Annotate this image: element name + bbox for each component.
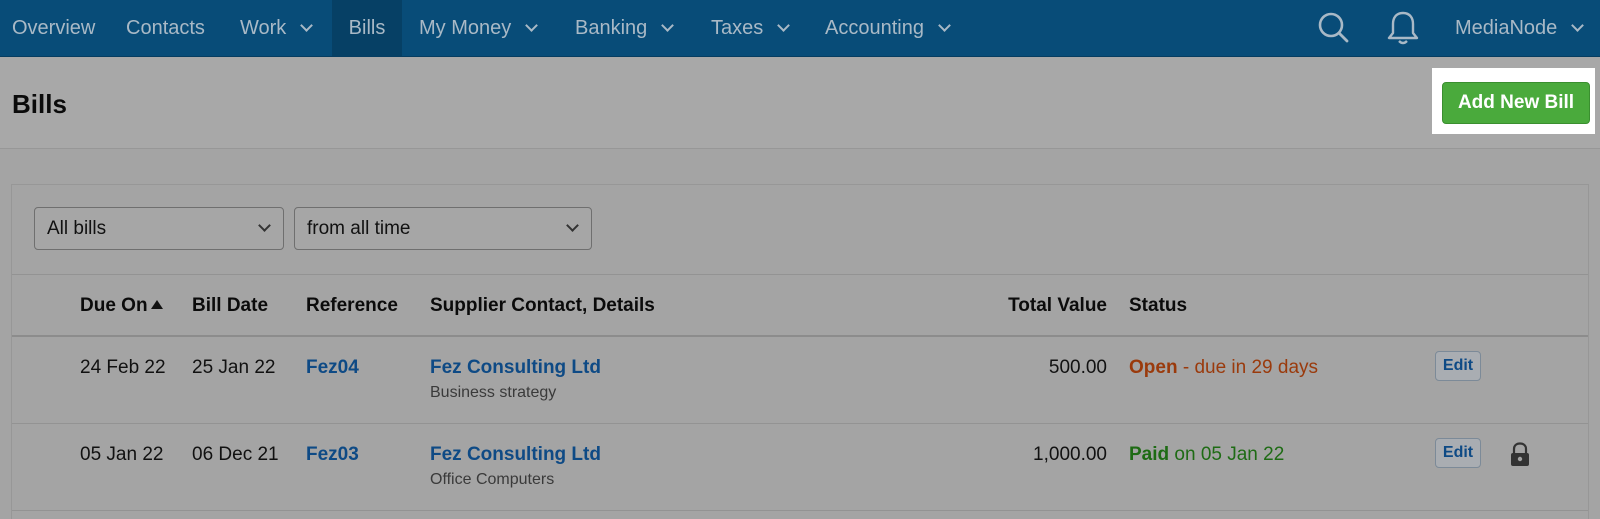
- col-bill-date[interactable]: Bill Date: [192, 295, 268, 317]
- status-word: Paid: [1129, 444, 1170, 465]
- col-supplier[interactable]: Supplier Contact, Details: [430, 295, 655, 317]
- due-on: 24 Feb 22: [80, 357, 166, 378]
- nav-banking[interactable]: Banking: [575, 0, 675, 56]
- nav-work-label: Work: [240, 16, 287, 39]
- table-header: Due On Bill Date Reference Supplier Cont…: [12, 275, 1588, 337]
- chevron-down-icon: [300, 18, 314, 32]
- status-detail: - due in 29 days: [1177, 357, 1319, 378]
- nav-contacts-label: Contacts: [126, 16, 205, 39]
- nav-my-money[interactable]: My Money: [419, 0, 539, 56]
- bill-date: 25 Jan 22: [192, 357, 276, 378]
- bill-type-value: All bills: [47, 217, 107, 239]
- top-nav: Overview Contacts Work Bills My Money Ba…: [0, 0, 1600, 57]
- edit-button[interactable]: Edit: [1435, 438, 1481, 468]
- chevron-down-icon: [566, 219, 579, 232]
- chevron-down-icon: [525, 18, 539, 32]
- page-header: Bills: [0, 57, 1600, 149]
- nav-taxes-label: Taxes: [711, 16, 764, 39]
- period-value: from all time: [307, 217, 411, 239]
- add-new-bill-button[interactable]: Add New Bill: [1442, 82, 1590, 124]
- nav-accounting-label: Accounting: [825, 16, 924, 39]
- nav-banking-label: Banking: [575, 16, 648, 39]
- status-detail: on 05 Jan 22: [1169, 444, 1285, 465]
- nav-bills[interactable]: Bills: [332, 0, 402, 56]
- sort-ascending-icon: [150, 300, 163, 309]
- account-menu[interactable]: MediaNode: [1455, 0, 1585, 56]
- chevron-down-icon: [661, 18, 675, 32]
- period-select[interactable]: from all time: [294, 207, 592, 250]
- chevron-down-icon: [938, 18, 951, 32]
- filter-bar: All bills from all time: [12, 185, 1588, 275]
- nav-overview-label: Overview: [12, 16, 96, 39]
- reference-link[interactable]: Fez04: [306, 357, 359, 379]
- due-on: 05 Jan 22: [80, 444, 164, 465]
- nav-overview[interactable]: Overview: [12, 0, 95, 56]
- page-title: Bills: [12, 89, 67, 119]
- chevron-down-icon: [777, 18, 791, 32]
- account-name: MediaNode: [1455, 16, 1558, 39]
- col-due-on-label: Due On: [80, 295, 148, 316]
- reference-link[interactable]: Fez03: [306, 444, 359, 466]
- total-value: 500.00: [1048, 357, 1107, 378]
- supplier-link[interactable]: Fez Consulting Ltd: [430, 357, 601, 379]
- bill-details: Business strategy: [430, 384, 557, 401]
- col-due-on[interactable]: Due On: [80, 295, 163, 317]
- col-status[interactable]: Status: [1129, 295, 1187, 317]
- bill-date: 06 Dec 21: [192, 444, 279, 465]
- chevron-down-icon: [1571, 18, 1585, 32]
- status-word: Open: [1129, 357, 1178, 378]
- nav-accounting[interactable]: Accounting: [825, 0, 951, 56]
- col-total-value[interactable]: Total Value: [907, 295, 1107, 317]
- status: Paid on 05 Jan 22: [1129, 444, 1284, 466]
- nav-work[interactable]: Work: [240, 0, 314, 56]
- bill-type-select[interactable]: All bills: [34, 207, 284, 250]
- nav-bills-label: Bills: [348, 16, 386, 39]
- table-row: 05 Jan 22 06 Dec 21 Fez03 Fez Consulting…: [12, 424, 1588, 511]
- total-value: 1,000.00: [1033, 444, 1107, 465]
- bill-details: Office Computers: [430, 471, 555, 488]
- nav-my-money-label: My Money: [419, 16, 512, 39]
- status: Open - due in 29 days: [1129, 357, 1318, 379]
- nav-contacts[interactable]: Contacts: [126, 0, 205, 56]
- search-icon[interactable]: [1314, 8, 1354, 48]
- bell-icon[interactable]: [1383, 8, 1423, 48]
- lock-icon: [1511, 442, 1529, 466]
- chevron-down-icon: [258, 219, 271, 232]
- nav-taxes[interactable]: Taxes: [711, 0, 791, 56]
- col-reference[interactable]: Reference: [306, 295, 398, 317]
- bills-panel: All bills from all time Due On Bill Date…: [11, 184, 1589, 519]
- table-row: 24 Feb 22 25 Jan 22 Fez04 Fez Consulting…: [12, 337, 1588, 424]
- edit-button[interactable]: Edit: [1435, 351, 1481, 381]
- supplier-link[interactable]: Fez Consulting Ltd: [430, 444, 601, 466]
